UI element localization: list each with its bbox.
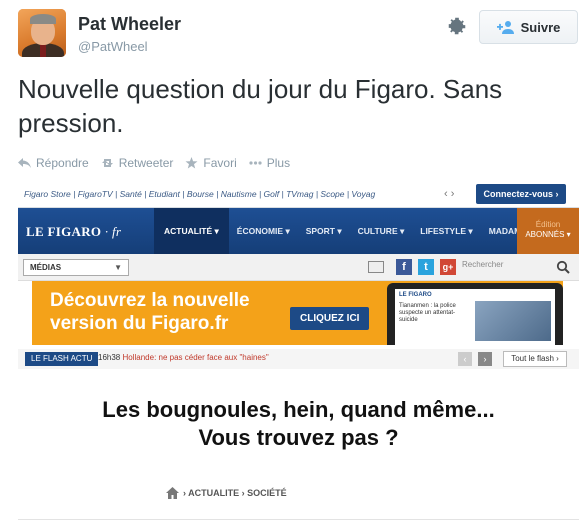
reply-icon: [18, 158, 31, 168]
figaro-search-field: Rechercher: [462, 260, 504, 269]
twitter-icon: t: [418, 259, 434, 275]
favorite-label: Favori: [203, 156, 237, 170]
attached-image[interactable]: Figaro Store | FigaroTV | Santé | Etudia…: [18, 182, 579, 525]
facebook-icon: f: [396, 259, 412, 275]
flash-label: LE FLASH ACTU: [25, 352, 99, 366]
home-icon: [166, 487, 179, 499]
nav-item-lifestyle: LIFESTYLE ▾: [420, 225, 473, 236]
tablet-photo: [475, 301, 551, 341]
search-icon: [556, 260, 570, 274]
flash-next-icon: ›: [478, 352, 492, 366]
user-handle[interactable]: @PatWheel: [78, 39, 148, 54]
flash-prev-icon: ‹: [458, 352, 472, 366]
promo-banner: Découvrez la nouvelle version du Figaro.…: [32, 281, 563, 345]
nav-item-economie: ÉCONOMIE ▾: [236, 225, 290, 236]
breadcrumb: › ACTUALITE › SOCIÉTÉ: [166, 487, 287, 499]
tablet-headline: Tiananmen : la police suspecte un attent…: [399, 303, 456, 323]
caret-down-icon: ▼: [114, 263, 122, 272]
tweet-text: Nouvelle question du jour du Figaro. San…: [18, 74, 503, 138]
star-icon: [185, 157, 198, 169]
more-action[interactable]: Plus: [249, 156, 290, 170]
edition-box: Édition ABONNÉS ▾: [517, 208, 579, 254]
connect-button: Connectez-vous ›: [476, 184, 566, 204]
nav-item-actualite: ACTUALITÉ ▾: [154, 208, 229, 254]
article-headline: Les bougnoules, hein, quand même... Vous…: [102, 397, 495, 450]
tablet-logo: LE FIGARO: [399, 292, 432, 298]
figaro-logo: LE FIGARO · fr: [26, 224, 122, 239]
user-name[interactable]: Pat Wheeler: [78, 14, 181, 35]
figaro-toolsbar: MÉDIAS ▼ f t g+ Rechercher: [18, 254, 579, 281]
retweet-label: Retweeter: [118, 156, 174, 170]
retweet-icon: [101, 159, 113, 167]
flash-text: 16h38 Hollande: ne pas céder face aux "h…: [98, 353, 269, 362]
retweet-action[interactable]: Retweeter: [101, 156, 174, 170]
banner-cta-button: CLIQUEZ ICI: [290, 307, 370, 330]
edition-label: Édition: [535, 220, 561, 229]
add-user-icon: [496, 21, 514, 34]
reply-action[interactable]: Répondre: [18, 156, 89, 170]
mail-icon: [368, 261, 384, 273]
follow-button[interactable]: Suivre: [479, 10, 578, 44]
gear-icon[interactable]: [446, 15, 468, 37]
figaro-topbar: Figaro Store | FigaroTV | Santé | Etudia…: [18, 182, 579, 208]
flash-bar: LE FLASH ACTU 16h38 Hollande: ne pas céd…: [18, 349, 579, 369]
divider: [18, 519, 579, 520]
user-avatar[interactable]: [18, 9, 66, 57]
reply-label: Répondre: [36, 156, 89, 170]
google-plus-icon: g+: [440, 259, 456, 275]
topbar-arrows-icon: ‹ ›: [444, 188, 455, 200]
figaro-navbar: LE FIGARO · fr ACTUALITÉ ▾ ÉCONOMIE ▾ SP…: [18, 208, 579, 254]
breadcrumb-text: › ACTUALITE › SOCIÉTÉ: [183, 488, 287, 498]
tablet-image: LE FIGARO Tiananmen : la police suspecte…: [387, 283, 563, 345]
more-icon: [249, 161, 262, 165]
favorite-action[interactable]: Favori: [185, 156, 237, 170]
nav-item-sport: SPORT ▾: [305, 225, 342, 236]
tout-flash-button: Tout le flash ›: [503, 351, 567, 367]
medias-select: MÉDIAS ▼: [23, 259, 129, 276]
edition-value: ABONNÉS ▾: [525, 230, 571, 239]
tweet-actions: Répondre Retweeter Favori Plus: [18, 156, 290, 170]
figaro-top-links: Figaro Store | FigaroTV | Santé | Etudia…: [24, 189, 376, 199]
figaro-nav: ACTUALITÉ ▾ ÉCONOMIE ▾ SPORT ▾ CULTURE ▾…: [154, 208, 542, 254]
banner-text: Découvrez la nouvelle version du Figaro.…: [50, 290, 250, 334]
nav-item-culture: CULTURE ▾: [357, 225, 405, 236]
follow-label: Suivre: [520, 19, 561, 35]
more-label: Plus: [266, 156, 291, 170]
